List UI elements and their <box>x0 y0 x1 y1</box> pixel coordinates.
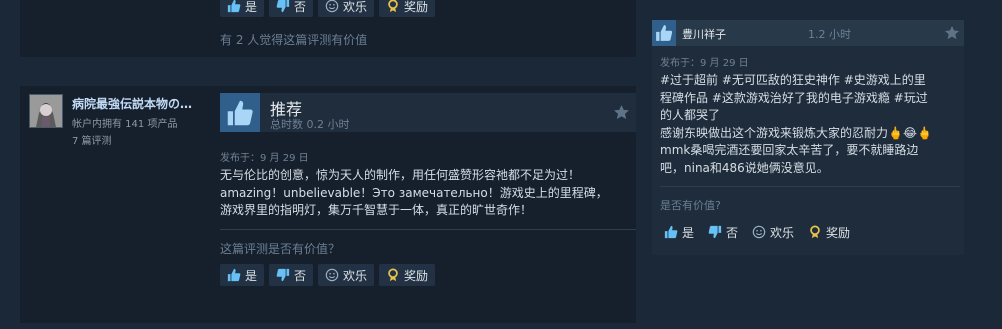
side-review-header[interactable]: 豊川祥子 1.2 小时 <box>652 20 964 46</box>
award-label: 奖励 <box>826 225 851 240</box>
avatar[interactable] <box>29 94 63 128</box>
vote-no-button[interactable]: 否 <box>269 0 314 17</box>
vote-no-label: 否 <box>726 225 739 240</box>
vote-funny-button[interactable]: 欢乐 <box>318 0 375 17</box>
vote-no-button[interactable]: 否 <box>269 264 314 286</box>
side-review-card: 豊川祥子 1.2 小时 发布于：9 月 29 日 #过于超前 #无可匹敌的狂史神… <box>652 20 964 255</box>
vote-yes-button[interactable]: 是 <box>660 221 698 243</box>
award-label: 奖励 <box>404 0 429 14</box>
award-button[interactable]: 奖励 <box>379 0 436 17</box>
vote-no-label: 否 <box>294 268 307 283</box>
smiley-icon <box>325 0 339 13</box>
vote-no-button[interactable]: 否 <box>704 221 742 243</box>
thumbs-up-icon <box>220 93 260 132</box>
side-reviewer-name[interactable]: 豊川祥子 <box>682 26 726 42</box>
vote-funny-label: 欢乐 <box>343 268 368 283</box>
playtime: 总时数 0.2 小时 <box>270 118 350 131</box>
posted-date: 发布于：9 月 29 日 <box>220 153 309 164</box>
side-vote-controls: 是 否 欢乐 奖励 <box>660 221 854 243</box>
side-review-body: #过于超前 #无可匹敌的狂史神作 #史游戏上的里 程碑作品 #这款游戏治好了我的… <box>660 73 932 175</box>
thumbs-up-icon <box>652 20 676 46</box>
review-card: 病院最強伝説本物の… 帐户内拥有 141 项产品 7 篇评测 推荐 总时数 0.… <box>20 86 636 323</box>
products-owned[interactable]: 帐户内拥有 141 项产品 <box>72 115 177 130</box>
helpful-count: 有 2 人觉得这篇评测有价值 <box>220 33 368 47</box>
side-playtime: 1.2 小时 <box>808 28 851 41</box>
star-icon[interactable] <box>944 25 960 41</box>
vote-controls: 是 否 欢乐 奖励 <box>220 264 436 286</box>
vote-yes-label: 是 <box>682 225 695 240</box>
vote-funny-button[interactable]: 欢乐 <box>748 221 798 243</box>
award-button[interactable]: 奖励 <box>379 264 436 286</box>
review-body: 无与伦比的创意，惊为天人的制作，用任何盛赞形容祂都不足为过！ amazing！u… <box>220 168 608 217</box>
vote-funny-label: 欢乐 <box>343 0 368 14</box>
previous-review-footer: 是 否 欢乐 奖励 有 2 人觉得这篇评测有价值 <box>20 0 636 57</box>
vote-funny-label: 欢乐 <box>770 225 795 240</box>
vote-yes-button[interactable]: 是 <box>220 264 265 286</box>
star-icon[interactable] <box>613 104 630 121</box>
thumbs-down-icon <box>276 0 290 13</box>
award-medal-icon <box>386 0 400 13</box>
vote-yes-button[interactable]: 是 <box>220 0 265 17</box>
award-medal-icon <box>386 268 400 282</box>
side-posted-date: 发布于：9 月 29 日 <box>660 58 749 69</box>
thumbs-up-icon <box>227 0 241 13</box>
helpful-prompt: 这篇评测是否有价值？ <box>220 242 341 256</box>
vote-no-label: 否 <box>294 0 307 14</box>
vote-yes-label: 是 <box>245 268 258 283</box>
thumbs-up-icon <box>664 225 678 239</box>
reviewer-name[interactable]: 病院最強伝説本物の… <box>72 95 207 112</box>
smiley-icon <box>752 225 766 239</box>
thumbs-up-icon <box>227 268 241 282</box>
side-helpful-prompt: 是否有价值? <box>660 199 721 212</box>
award-medal-icon <box>808 225 822 239</box>
vote-yes-label: 是 <box>245 0 258 14</box>
award-button[interactable]: 奖励 <box>804 221 854 243</box>
vote-funny-button[interactable]: 欢乐 <box>318 264 375 286</box>
thumbs-down-icon <box>708 225 722 239</box>
review-count[interactable]: 7 篇评测 <box>72 132 112 147</box>
recommendation-header[interactable]: 推荐 总时数 0.2 小时 <box>220 93 636 132</box>
vote-controls: 是 否 欢乐 奖励 <box>220 0 436 17</box>
divider <box>220 229 636 230</box>
divider <box>660 186 960 187</box>
thumbs-down-icon <box>276 268 290 282</box>
smiley-icon <box>325 268 339 282</box>
award-label: 奖励 <box>404 268 429 283</box>
